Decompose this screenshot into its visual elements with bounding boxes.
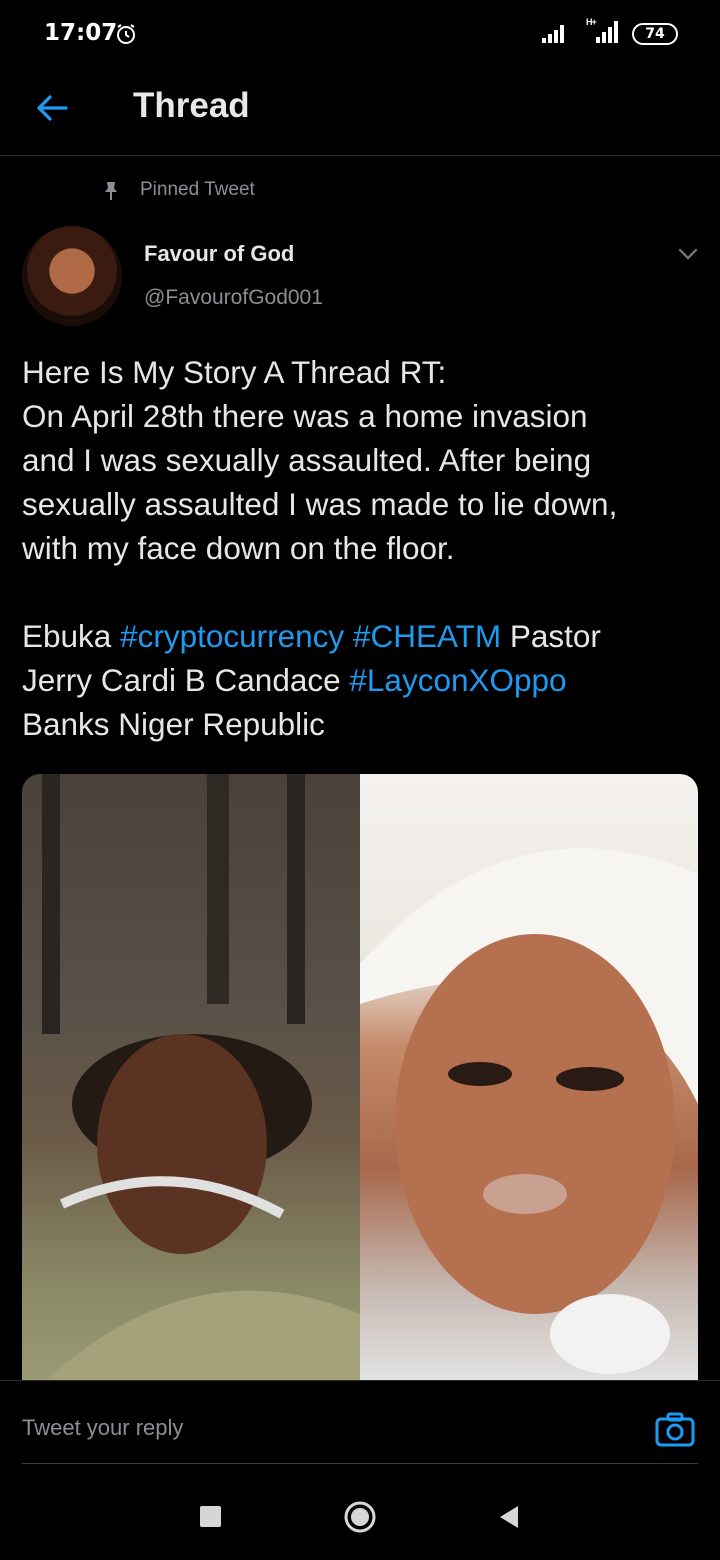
reply-bar: Tweet your reply: [0, 1380, 720, 1464]
tweet-line: On April 28th there was a home invasion: [22, 398, 588, 434]
tweet-line: Banks Niger Republic: [22, 706, 325, 742]
tweet-text: Here Is My Story A Thread RT: On April 2…: [22, 350, 702, 746]
text-segment: Ebuka: [22, 618, 121, 654]
pinned-label: Pinned Tweet: [140, 179, 255, 200]
home-icon[interactable]: [343, 1500, 377, 1534]
system-nav-bar: [0, 1466, 720, 1560]
status-bar: 17:07 H+ 74: [0, 0, 720, 70]
text-segment: Jerry Cardi B Candace: [22, 662, 350, 698]
status-time: 17:07: [44, 20, 118, 46]
text-segment: [344, 618, 353, 654]
back-arrow-icon[interactable]: [34, 90, 70, 126]
hashtag-link[interactable]: #cryptocurrency: [120, 618, 344, 654]
photo-illustration: [22, 774, 360, 1380]
hashtag-link[interactable]: #LayconXOppo: [349, 662, 566, 698]
alarm-icon: [117, 24, 135, 44]
avatar[interactable]: [22, 226, 122, 326]
tweet-line: sexually assaulted I was made to lie dow…: [22, 486, 618, 522]
battery-indicator: 74: [632, 23, 678, 45]
tweet-line: with my face down on the floor.: [22, 530, 455, 566]
camera-icon[interactable]: [655, 1411, 695, 1447]
tweet-line: Ebuka #cryptocurrency #CHEATM Pastor: [22, 614, 702, 658]
app-header: Thread: [0, 70, 720, 156]
photo-hospital[interactable]: [22, 774, 360, 1380]
photo-illustration: [360, 848, 698, 1374]
author-handle[interactable]: @FavourofGod001: [144, 286, 323, 310]
page-title: Thread: [133, 86, 250, 125]
author-name[interactable]: Favour of God: [144, 241, 294, 267]
tweet-line: Here Is My Story A Thread RT:: [22, 354, 447, 390]
tweet-line: Jerry Cardi B Candace #LayconXOppo: [22, 658, 702, 702]
photo-selfie[interactable]: [360, 774, 698, 1380]
hashtag-link[interactable]: #CHEATM: [353, 618, 501, 654]
chevron-down-icon[interactable]: [676, 242, 700, 266]
reply-underline: [22, 1463, 698, 1464]
signal-icon: [542, 25, 564, 43]
tweet-line: and I was sexually assaulted. After bein…: [22, 442, 592, 478]
tweet-media[interactable]: [22, 774, 698, 1380]
text-segment: Pastor: [501, 618, 601, 654]
pin-icon: [105, 182, 117, 200]
back-icon[interactable]: [496, 1504, 520, 1530]
signal-icon: [596, 21, 618, 43]
reply-input[interactable]: Tweet your reply: [22, 1415, 183, 1441]
recents-icon[interactable]: [200, 1506, 221, 1527]
